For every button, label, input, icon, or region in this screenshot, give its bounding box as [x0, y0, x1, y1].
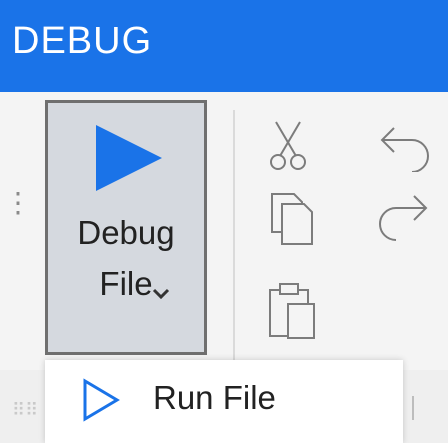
paste-icon[interactable] — [266, 282, 318, 340]
tab-title: DEBUG — [12, 20, 153, 62]
ribbon-separator — [233, 110, 235, 360]
grip-dots-icon: ⠿⠿ — [12, 400, 39, 420]
menu-item-label: Run File — [153, 379, 276, 416]
redo-icon[interactable] — [372, 190, 436, 244]
debug-file-label: Debug — [77, 214, 175, 251]
run-play-outline-icon — [83, 378, 120, 422]
undo-icon[interactable] — [372, 118, 436, 172]
chevron-down-icon — [152, 288, 170, 300]
cut-icon[interactable] — [268, 120, 308, 172]
strip-divider — [412, 396, 414, 420]
debug-file-button[interactable]: Debug File — [45, 100, 207, 355]
menu-item-run-file[interactable]: Run File — [45, 360, 403, 443]
debug-tab-header: DEBUG — [0, 0, 448, 92]
debug-file-label-2: File — [99, 265, 153, 302]
play-icon — [96, 125, 162, 191]
overflow-colon-icon: ⋮ — [4, 187, 32, 218]
copy-icon[interactable] — [268, 190, 316, 246]
